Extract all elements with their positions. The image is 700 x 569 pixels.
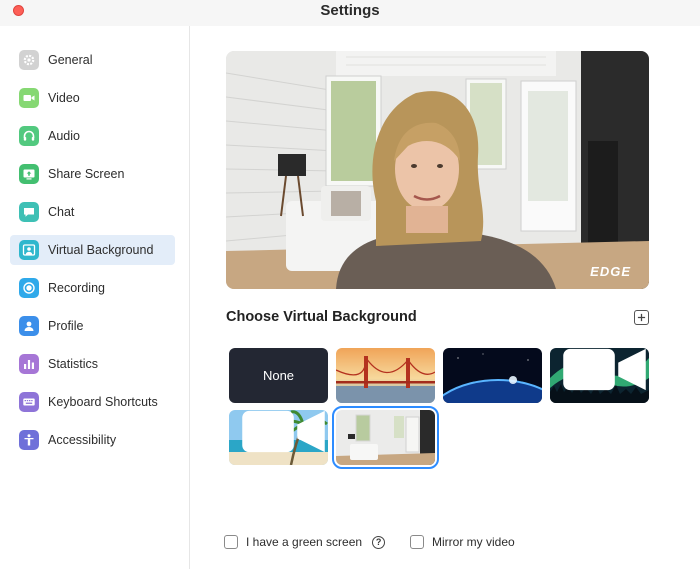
sidebar-item-label: General [48,53,93,67]
sidebar-item-audio[interactable]: Audio [10,121,175,151]
title-bar: Settings [0,0,700,26]
background-aurora[interactable] [550,348,649,403]
earth-space-image [443,348,542,403]
background-beach[interactable] [229,410,328,465]
sidebar-item-keyboard-shortcuts[interactable]: Keyboard Shortcuts [10,387,175,417]
window-title: Settings [320,2,380,19]
sidebar-item-label: Recording [48,281,105,295]
mirror-video-option: Mirror my video [410,534,515,550]
sidebar-item-label: Accessibility [48,433,117,447]
sidebar-item-label: Video [48,91,80,105]
preview-scene [226,51,649,289]
sidebar-item-label: Statistics [48,357,99,371]
accessibility-icon [19,430,39,450]
sidebar-item-label: Chat [48,205,75,219]
video-camera-icon [242,410,325,453]
video-camera-icon [19,88,39,108]
sidebar-item-label: Virtual Background [48,243,154,257]
help-icon[interactable]: ? [372,535,386,549]
background-none[interactable]: None [229,348,328,403]
video-preview: EDGE [226,51,649,289]
background-room-selected[interactable] [332,406,439,469]
sidebar-item-chat[interactable]: Chat [10,197,175,227]
sidebar-item-statistics[interactable]: Statistics [10,349,175,379]
green-screen-label: I have a green screen [246,535,363,549]
share-screen-icon [19,164,39,184]
bar-chart-icon [19,354,39,374]
headphones-icon [19,126,39,146]
plus-icon [637,313,646,322]
gear-icon [19,50,39,70]
settings-sidebar: General Video Audio Share Screen Chat Vi… [0,26,190,569]
person-icon [19,316,39,336]
sidebar-item-label: Keyboard Shortcuts [48,395,158,409]
sidebar-item-virtual-background[interactable]: Virtual Background [10,235,175,265]
mirror-video-label: Mirror my video [432,535,515,549]
sidebar-item-general[interactable]: General [10,45,175,75]
add-background-button[interactable] [634,310,649,325]
sidebar-item-recording[interactable]: Recording [10,273,175,303]
sidebar-item-label: Audio [48,129,80,143]
sidebar-item-profile[interactable]: Profile [10,311,175,341]
golden-gate-image [336,348,435,403]
green-screen-option: I have a green screen ? [224,534,386,550]
mirror-video-checkbox[interactable] [410,535,424,549]
sidebar-item-label: Profile [48,319,84,333]
sidebar-item-accessibility[interactable]: Accessibility [10,425,175,455]
preview-watermark: EDGE [590,264,631,279]
sidebar-item-label: Share Screen [48,167,125,181]
virtual-background-icon [19,240,39,260]
chat-bubble-icon [19,202,39,222]
record-icon [19,278,39,298]
room-image [336,410,435,465]
keyboard-icon [19,392,39,412]
section-title: Choose Virtual Background [226,309,417,325]
background-golden-gate[interactable] [336,348,435,403]
background-none-label: None [262,368,295,383]
sidebar-item-share-screen[interactable]: Share Screen [10,159,175,189]
sidebar-item-video[interactable]: Video [10,83,175,113]
background-earth-space[interactable] [443,348,542,403]
green-screen-checkbox[interactable] [224,535,238,549]
video-camera-icon [563,348,646,391]
virtual-background-panel: EDGE Choose Virtual Background None I ha… [191,26,700,569]
